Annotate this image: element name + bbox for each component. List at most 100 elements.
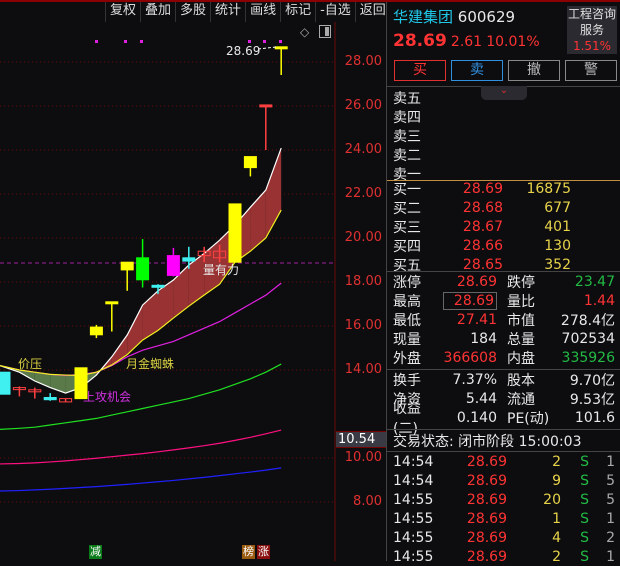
stats-table-2: 换手 7.37% 股本 9.70亿 净资 5.44 流通 9.53亿 收益(二) 0.140 PE(…: [393, 370, 615, 437]
stat-value: 27.41: [456, 311, 497, 328]
ask-label: 卖四: [393, 109, 421, 126]
ma-line-blue: [0, 467, 282, 492]
bid-row[interactable]: 买一 28.69 16875: [393, 179, 617, 198]
ask-list: 卖五 卖四 卖三 卖二 卖一: [393, 88, 421, 183]
ma-line-pink: [0, 429, 282, 465]
stat-value: 9.53亿: [569, 391, 615, 408]
stock-name: 华建集团: [393, 8, 454, 26]
ask-row[interactable]: 卖四: [393, 107, 421, 126]
stat-label: PE(动): [507, 410, 550, 427]
ask-label: 卖三: [393, 128, 421, 145]
trade-volume: 20: [543, 491, 561, 508]
trade-row: 14:54 28.69 2 S 1: [393, 452, 615, 471]
bid-volume: 130: [544, 237, 571, 254]
expand-chevron-icon[interactable]: ⌄: [481, 86, 527, 100]
stat-value: 184: [470, 330, 497, 347]
signal-dot: [140, 40, 143, 43]
annotation-arrow: [257, 46, 277, 50]
trade-time: 14:55: [393, 529, 434, 546]
axis-label: 24.00: [344, 142, 382, 157]
price-change-pct: 10.01%: [486, 34, 540, 50]
bid-label: 买一: [393, 181, 421, 198]
bid-list: 买一 28.69 16875 买二 28.68 677 买三 28.67 401 买四 28.66 1…: [393, 179, 617, 274]
ask-row[interactable]: 卖三: [393, 126, 421, 145]
bid-price: 28.69: [462, 180, 503, 197]
stat-value: 101.6: [574, 409, 615, 426]
candle-body: [120, 261, 134, 271]
trade-list[interactable]: 14:54 28.69 2 S 1 14:54 28.69 9 S 5 14:55 28.69 20 S 5…: [393, 452, 615, 566]
toolbar-button[interactable]: 统计: [210, 2, 245, 22]
bid-label: 买四: [393, 238, 421, 255]
stat-label: 换手: [393, 372, 421, 389]
axis-label: 10.00: [344, 450, 382, 465]
axis-label: 28.00: [344, 54, 382, 69]
stat-row: 外盘 366608 内盘 335926: [393, 348, 615, 367]
stat-row: 现量 184 总量 702534: [393, 329, 615, 348]
stock-title: 华建集团 600629: [393, 6, 515, 27]
stat-value: 7.37%: [452, 371, 497, 388]
sector-box[interactable]: 工程咨询 服务 1.51%: [567, 6, 617, 54]
candle-body: [166, 255, 180, 276]
label-jiaya: 价压: [18, 357, 43, 371]
bid-row[interactable]: 买二 28.68 677: [393, 198, 617, 217]
chart-toolbar: 复权 叠加 多股 统计 画线 标记 -自选 返回: [105, 2, 390, 22]
candle-body: [274, 46, 288, 50]
trade-side: S: [580, 510, 589, 527]
ask-row[interactable]: 卖二: [393, 145, 421, 164]
buy-button[interactable]: 买: [394, 60, 446, 81]
axis-label: 20.00: [344, 230, 382, 245]
toolbar-button[interactable]: 画线: [245, 2, 280, 22]
stat-value: 702534: [561, 330, 615, 347]
signal-dot: [263, 40, 266, 43]
tag-bang[interactable]: 榜: [242, 545, 255, 559]
stat-value: 5.44: [465, 390, 497, 407]
toolbar-button[interactable]: 标记: [280, 2, 315, 22]
trade-price: 28.69: [466, 529, 507, 546]
panel-toggle-icon[interactable]: [319, 25, 331, 38]
stat-value: 366608: [443, 349, 497, 366]
signal-dot: [95, 40, 98, 43]
trade-count: 5: [606, 472, 615, 489]
trade-count: 1: [606, 548, 615, 565]
toolbar-button[interactable]: 多股: [175, 2, 210, 22]
stat-label: 最低: [393, 312, 421, 329]
label-yuejin: 月金蜘蛛: [126, 357, 175, 371]
tag-zhang[interactable]: 涨: [257, 545, 270, 559]
bid-row[interactable]: 买四 28.66 130: [393, 236, 617, 255]
alert-button[interactable]: 警: [565, 60, 617, 81]
stat-row: 换手 7.37% 股本 9.70亿: [393, 370, 615, 389]
stat-value: 1.44: [583, 292, 615, 309]
trade-time: 14:55: [393, 548, 434, 565]
current-value-label: 10.54: [336, 431, 386, 448]
last-price-annotation: 28.69: [226, 44, 261, 58]
trade-count: 1: [606, 510, 615, 527]
kline-chart[interactable]: [0, 0, 336, 561]
sell-button[interactable]: 卖: [451, 60, 503, 81]
stats-table: 涨停 28.69 跌停 23.47 最高 28.69 量比 1.44 最低 27.41 市值 278.…: [393, 272, 615, 367]
bid-row[interactable]: 买三 28.67 401: [393, 217, 617, 236]
diamond-icon[interactable]: ◇: [300, 25, 309, 39]
toolbar-button[interactable]: 返回: [354, 2, 390, 22]
trade-row: 14:55 28.69 20 S 5: [393, 490, 615, 509]
trade-price: 28.69: [466, 453, 507, 470]
bid-label: 买三: [393, 219, 421, 236]
axis-label: 18.00: [344, 274, 382, 289]
cancel-button[interactable]: 撤: [508, 60, 560, 81]
toolbar-button[interactable]: 叠加: [140, 2, 175, 22]
stat-value: 28.69: [443, 291, 497, 310]
toolbar-button[interactable]: -自选: [315, 2, 355, 22]
signal-dot: [248, 40, 251, 43]
axis-label: 14.00: [344, 362, 382, 377]
toolbar-button[interactable]: 复权: [105, 2, 140, 22]
trade-count: 2: [606, 529, 615, 546]
ask-row[interactable]: 卖五: [393, 88, 421, 107]
sector-name: 工程咨询: [567, 7, 616, 21]
tag-jian[interactable]: 减: [89, 545, 102, 559]
sector-pct: 1.51%: [572, 39, 612, 53]
trade-price: 28.69: [466, 491, 507, 508]
trade-price: 28.69: [466, 472, 507, 489]
trade-count: 5: [606, 491, 615, 508]
bid-label: 买二: [393, 200, 421, 217]
candle-body: [105, 301, 119, 305]
trade-row: 14:54 28.69 9 S 5: [393, 471, 615, 490]
